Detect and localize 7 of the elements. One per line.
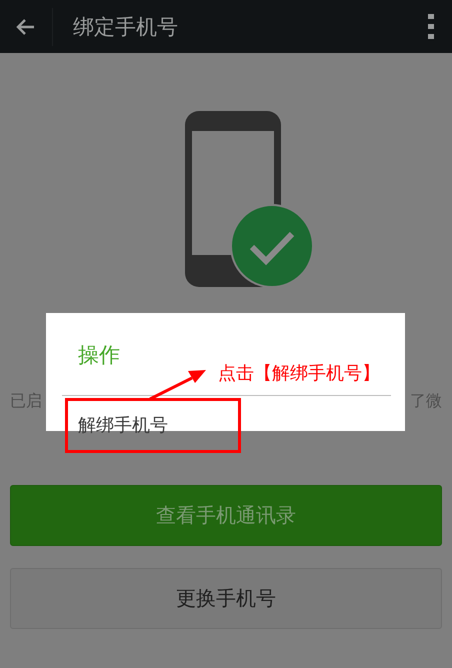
dialog-menu-item[interactable]: 解绑手机号 xyxy=(65,398,241,453)
more-menu-icon[interactable] xyxy=(428,14,434,40)
annotation-arrow xyxy=(148,369,208,401)
view-contacts-button[interactable]: 查看手机通讯录 xyxy=(10,485,442,546)
screen-title: 绑定手机号 xyxy=(73,14,179,40)
change-number-button[interactable]: 更换手机号 xyxy=(10,568,442,629)
dialog-title: 操作 xyxy=(77,342,121,368)
